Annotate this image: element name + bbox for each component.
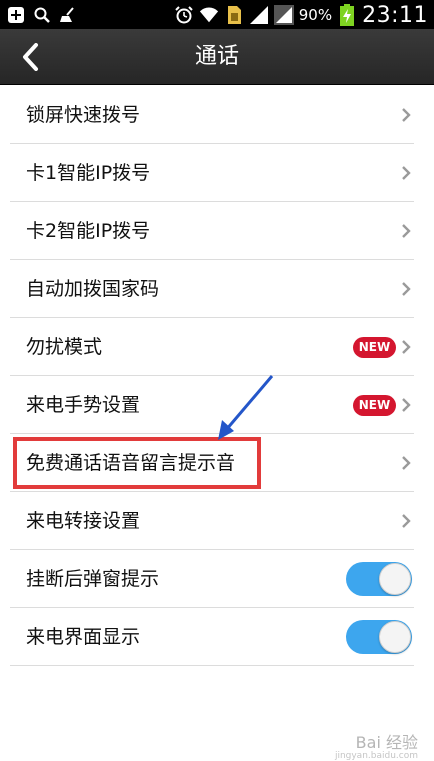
incoming-display-toggle[interactable] — [346, 620, 412, 654]
setting-label: 自动加拨国家码 — [26, 278, 160, 300]
watermark: Bai 经验 — [355, 733, 418, 752]
setting-label: 来电手势设置 — [26, 394, 141, 416]
signal-icon — [249, 5, 269, 25]
signal-icon — [273, 5, 294, 25]
status-left-icons — [6, 4, 78, 26]
chevron-right-icon — [402, 398, 411, 412]
chevron-right-icon — [402, 108, 411, 122]
setting-row-sim1-ip-dial[interactable]: 卡1智能IP拨号 — [10, 144, 414, 202]
setting-label: 来电转接设置 — [26, 510, 141, 532]
setting-label: 锁屏快速拨号 — [26, 104, 141, 126]
wifi-icon — [199, 5, 219, 25]
title-bar: 通话 — [0, 29, 434, 85]
setting-row-do-not-disturb[interactable]: 勿扰模式 NEW — [10, 318, 414, 376]
status-bar: 90% 23:11 — [0, 0, 434, 29]
setting-label: 来电界面显示 — [26, 626, 141, 648]
annotation-highlight-box — [13, 437, 261, 489]
setting-label: 卡2智能IP拨号 — [26, 220, 151, 242]
setting-row-hangup-popup: 挂断后弹窗提示 — [10, 550, 414, 608]
page-title: 通话 — [194, 44, 239, 69]
setting-row-incoming-call-display: 来电界面显示 — [10, 608, 414, 666]
setting-row-call-forwarding[interactable]: 来电转接设置 — [10, 492, 414, 550]
battery-percent: 90% — [298, 6, 333, 24]
status-right-icons: 90% 23:11 — [174, 2, 428, 28]
new-badge: NEW — [353, 395, 396, 416]
settings-list: 锁屏快速拨号 卡1智能IP拨号 卡2智能IP拨号 自动加拨国家码 勿扰模式 NE… — [10, 86, 414, 666]
setting-label: 勿扰模式 — [26, 336, 103, 358]
toggle-knob — [379, 563, 411, 595]
chevron-right-icon — [402, 282, 411, 296]
add-icon — [6, 5, 26, 25]
chevron-right-icon — [402, 514, 411, 528]
setting-row-auto-country-code[interactable]: 自动加拨国家码 — [10, 260, 414, 318]
search-icon — [32, 5, 52, 25]
toggle-knob — [379, 621, 411, 653]
setting-label: 挂断后弹窗提示 — [26, 568, 160, 590]
battery-charging-icon — [337, 4, 357, 26]
broom-icon — [58, 5, 78, 25]
setting-row-lockscreen-quick-dial[interactable]: 锁屏快速拨号 — [10, 86, 414, 144]
setting-row-sim2-ip-dial[interactable]: 卡2智能IP拨号 — [10, 202, 414, 260]
chevron-right-icon — [402, 456, 411, 470]
clock-time: 23:11 — [362, 2, 428, 28]
hangup-popup-toggle[interactable] — [346, 562, 412, 596]
setting-label: 卡1智能IP拨号 — [26, 162, 151, 184]
chevron-right-icon — [402, 340, 411, 354]
alarm-icon — [174, 5, 194, 25]
setting-row-call-gestures[interactable]: 来电手势设置 NEW — [10, 376, 414, 434]
sim-card-icon — [224, 5, 244, 25]
watermark-url: jingyan.baidu.com — [334, 751, 418, 761]
new-badge: NEW — [353, 337, 396, 358]
chevron-right-icon — [402, 166, 411, 180]
chevron-right-icon — [402, 224, 411, 238]
